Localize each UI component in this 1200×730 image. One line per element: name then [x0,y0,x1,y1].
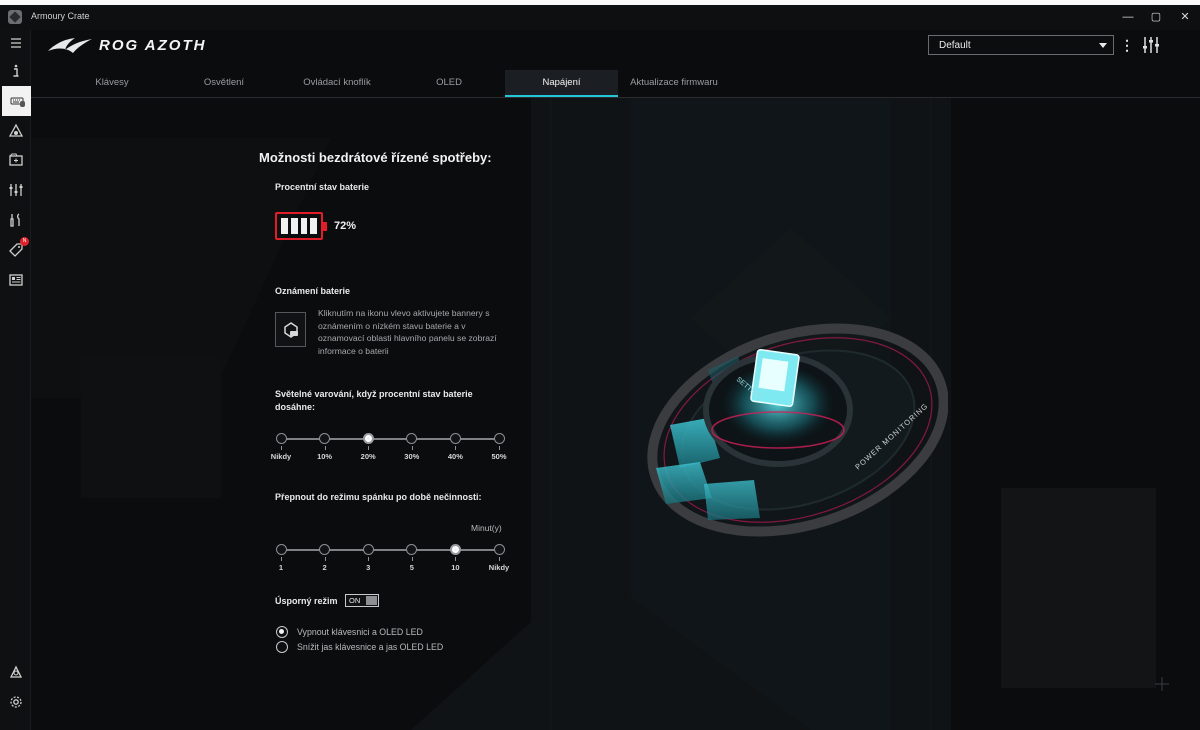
light-warning-track[interactable] [281,438,499,440]
light-warning-tick-label: 10% [317,452,333,461]
resize-corner-icon [1155,677,1169,691]
sleep-timer-slider[interactable]: 1 2 3 5 10 Nikdy [275,544,509,574]
eco-mode-toggle[interactable]: ON [345,594,379,607]
power-monitoring-illustration: SETTING POWER MONITORING [647,323,948,537]
sleep-tick-label: 5 [409,563,414,572]
light-warning-stop[interactable] [275,433,287,444]
sleep-stop[interactable] [362,544,374,555]
power-settings-panel: Možnosti bezdrátové řízené spotřeby: Pro… [0,0,1200,730]
sleep-unit: Minut(y) [471,523,502,533]
sleep-tick [455,557,457,561]
battery-icon [275,212,327,240]
light-warning-tick [324,446,326,450]
light-warning-tick [368,446,370,450]
light-warning-stop[interactable] [362,433,374,444]
eco-mode-label: Úsporný režim [275,596,338,606]
battery-percent: 72% [334,220,357,232]
light-warning-stop[interactable] [493,433,505,444]
sleep-track[interactable] [281,549,499,551]
light-warning-tick-label: 20% [360,452,376,461]
light-warning-tick-label: 30% [404,452,420,461]
sleep-stop[interactable] [275,544,287,555]
eco-option-label: Snížit jas klávesnice a jas OLED LED [297,642,444,652]
sleep-tick [368,557,370,561]
light-warning-tick [455,446,457,450]
battery-notification-button[interactable] [275,312,306,347]
light-warning-tick [281,446,282,450]
sleep-tick-label: 3 [366,563,371,572]
light-warning-tick-label: Nikdy [270,452,292,461]
light-warning-slider[interactable]: Nikdy 10% 20% 30% 40% 50% [271,433,507,463]
sleep-tick-label: 10 [451,563,460,572]
sleep-tick [324,557,326,561]
sleep-tick [499,557,500,561]
battery-label: Procentní stav baterie [275,182,370,192]
light-warning-stop[interactable] [449,433,461,444]
light-warning-tick-label: 40% [447,452,463,461]
light-warning-tick [411,446,413,450]
sleep-stop[interactable] [449,544,461,555]
sleep-stop[interactable] [319,544,331,555]
light-warning-tick [499,446,500,450]
light-warning-stop[interactable] [319,433,331,444]
sleep-tick [281,557,282,561]
eco-option-label: Vypnout klávesnici a OLED LED [297,627,423,637]
sleep-tick-label: 2 [322,563,327,572]
eco-option-radio-dim[interactable] [276,641,288,653]
sleep-stop[interactable] [493,544,505,555]
sleep-tick-label: Nikdy [488,563,510,572]
light-warning-stop[interactable] [406,433,418,444]
light-warning-tick-label: 50% [491,452,507,461]
battery-notification-description: Kliknutím na ikonu vlevo aktivujete bann… [318,308,497,356]
eco-option-radio-off[interactable] [276,626,288,638]
sleep-label: Přepnout do režimu spánku po době nečinn… [275,492,482,502]
sleep-tick-label: 1 [278,563,284,572]
light-warning-label: Světelné varování, když procentní stav b… [275,389,473,412]
sleep-stop[interactable] [406,544,418,555]
notification-bell-icon [283,321,298,338]
page-title: Možnosti bezdrátové řízené spotřeby: [259,150,492,165]
battery-notification-label: Oznámení baterie [275,286,351,296]
sleep-tick [411,557,413,561]
eco-toggle-state: ON [349,596,361,605]
